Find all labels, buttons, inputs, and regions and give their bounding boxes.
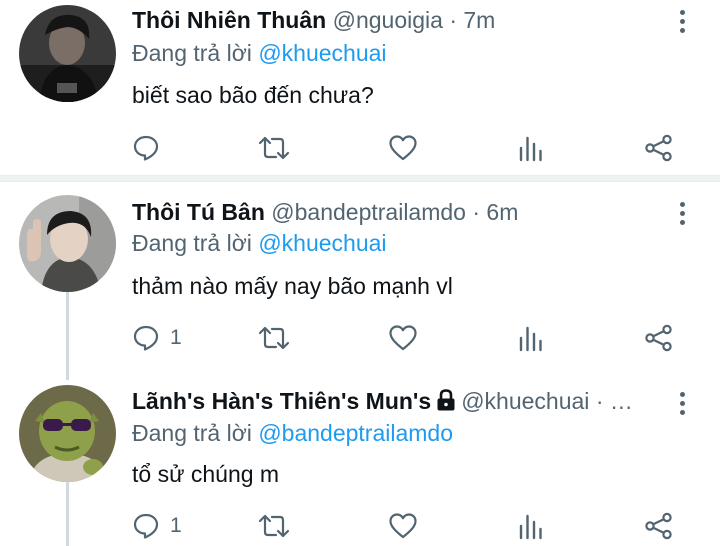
- avatar[interactable]: [19, 195, 116, 292]
- share-icon: [645, 512, 672, 540]
- like-icon: [389, 513, 417, 539]
- reply-button[interactable]: [132, 131, 170, 165]
- more-icon[interactable]: [674, 6, 690, 36]
- tweet-header: Thôi Tú Bân @bandeptrailamdo · 6m: [132, 197, 660, 227]
- share-button[interactable]: [644, 509, 674, 543]
- separator-dot: ·: [595, 388, 604, 414]
- user-handle[interactable]: @nguoigia: [333, 7, 443, 33]
- avatar[interactable]: [19, 5, 116, 102]
- replying-to: Đang trả lời @bandeptrailamdo: [132, 418, 453, 448]
- tweet-header: Thôi Nhiên Thuân @nguoigia · 7m: [132, 5, 660, 35]
- tweet-actions: [132, 131, 692, 165]
- reply-icon: [133, 513, 159, 539]
- reply-mention[interactable]: @bandeptrailamdo: [258, 420, 453, 446]
- retweet-icon: [258, 514, 290, 538]
- reply-mention[interactable]: @khuechuai: [258, 230, 386, 256]
- reply-icon: [133, 135, 159, 161]
- tweet-text: thảm nào mấy nay bão mạnh vl: [132, 273, 453, 299]
- separator-dot: ·: [449, 7, 457, 33]
- replying-to: Đang trả lời @khuechuai: [132, 38, 387, 68]
- like-button[interactable]: [388, 131, 418, 165]
- display-name[interactable]: Thôi Tú Bân: [132, 199, 265, 225]
- reply-button[interactable]: 1: [132, 509, 182, 543]
- retweet-button[interactable]: [258, 321, 290, 355]
- tweet-actions: 1: [132, 509, 692, 543]
- reply-button[interactable]: 1: [132, 321, 182, 355]
- tweet-3[interactable]: Lãnh's Hàn's Thiên's Mun's @khuechuai · ……: [0, 364, 720, 546]
- tweet-actions: 1: [132, 321, 692, 355]
- replying-to-label: Đang trả lời: [132, 230, 252, 256]
- timestamp[interactable]: 7m: [463, 7, 495, 33]
- retweet-icon: [258, 326, 290, 350]
- timestamp[interactable]: 6m: [486, 199, 518, 225]
- tweet-text: biết sao bão đến chưa?: [132, 82, 374, 108]
- retweet-button[interactable]: [258, 509, 290, 543]
- tweet-separator: [0, 175, 720, 182]
- reply-count: 1: [170, 514, 182, 537]
- share-icon: [645, 324, 672, 352]
- views-button[interactable]: [518, 321, 544, 355]
- user-handle[interactable]: @khuechuai: [461, 388, 589, 414]
- more-icon[interactable]: [674, 198, 690, 228]
- reply-icon: [133, 325, 159, 351]
- replying-to-label: Đang trả lời: [132, 40, 252, 66]
- tweet-header: Lãnh's Hàn's Thiên's Mun's @khuechuai · …: [132, 386, 660, 416]
- lock-icon: [437, 389, 455, 411]
- replying-to: Đang trả lời @khuechuai: [132, 228, 387, 258]
- like-button[interactable]: [388, 509, 418, 543]
- replying-to-label: Đang trả lời: [132, 420, 252, 446]
- share-button[interactable]: [644, 321, 674, 355]
- tweet-2[interactable]: Thôi Tú Bân @bandeptrailamdo · 6m Đang t…: [0, 182, 720, 364]
- more-icon[interactable]: [674, 388, 690, 418]
- like-icon: [389, 325, 417, 351]
- tweet-1[interactable]: Thôi Nhiên Thuân @nguoigia · 7m Đang trả…: [0, 0, 720, 174]
- share-button[interactable]: [644, 131, 674, 165]
- views-icon: [519, 136, 542, 162]
- reply-mention[interactable]: @khuechuai: [258, 40, 386, 66]
- display-name[interactable]: Lãnh's Hàn's Thiên's Mun's: [132, 388, 431, 414]
- tweet-text: tổ sử chúng m: [132, 461, 280, 487]
- display-name[interactable]: Thôi Nhiên Thuân: [132, 7, 326, 33]
- like-button[interactable]: [388, 321, 418, 355]
- retweet-icon: [258, 136, 290, 160]
- views-button[interactable]: [518, 509, 544, 543]
- views-icon: [519, 514, 542, 540]
- retweet-button[interactable]: [258, 131, 290, 165]
- reply-count: 1: [170, 326, 182, 349]
- avatar[interactable]: [19, 385, 116, 482]
- user-handle[interactable]: @bandeptrailamdo: [271, 199, 466, 225]
- views-icon: [519, 326, 542, 352]
- share-icon: [645, 134, 672, 162]
- separator-dot: ·: [472, 199, 481, 225]
- timestamp[interactable]: …: [610, 388, 633, 414]
- views-button[interactable]: [518, 131, 544, 165]
- like-icon: [389, 135, 417, 161]
